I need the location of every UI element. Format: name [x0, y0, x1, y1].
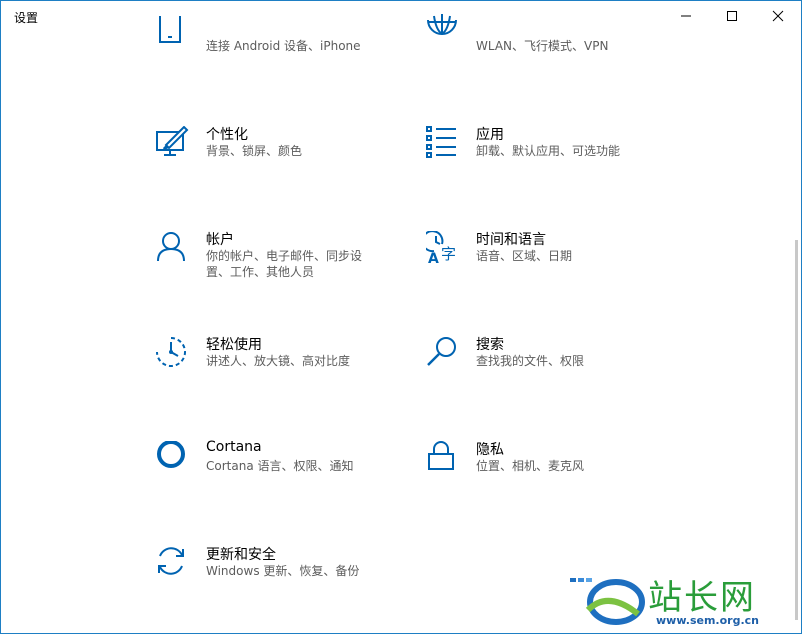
tile-title: 个性化: [206, 127, 248, 143]
tile-title: 应用: [476, 127, 504, 143]
watermark-logo: [570, 578, 645, 625]
tile-title: 更新和安全: [206, 547, 276, 563]
tile-subtitle: 语音、区域、日期: [476, 249, 573, 263]
globe-icon: [426, 14, 460, 64]
watermark: 站长网 www.sem.org.cn: [568, 570, 798, 630]
user-icon: [156, 231, 190, 265]
watermark-url: www.sem.org.cn: [656, 614, 759, 627]
close-button[interactable]: [755, 0, 801, 32]
search-icon: [426, 336, 460, 370]
maximize-button[interactable]: [709, 0, 755, 32]
tile-subtitle: Windows 更新、恢复、备份: [206, 564, 360, 578]
watermark-brand: 站长网: [648, 578, 756, 618]
tile-subtitle: 连接 Android 设备、iPhone: [206, 39, 361, 53]
tile-personalization[interactable]: 个性化 背景、锁屏、颜色: [156, 125, 396, 186]
tile-subtitle: 位置、相机、麦克风: [476, 459, 585, 473]
personalization-icon: [156, 125, 190, 160]
ease-of-access-icon: [156, 336, 190, 370]
tile-network[interactable]: WLAN、飞行模式、VPN: [426, 14, 666, 90]
tile-title: 帐户: [206, 232, 234, 248]
svg-text:字: 字: [441, 245, 456, 263]
tile-title: 时间和语言: [476, 232, 546, 248]
apps-list-icon: [426, 126, 460, 160]
tile-subtitle: 卸载、默认应用、可选功能: [476, 144, 621, 158]
tile-phone[interactable]: 连接 Android 设备、iPhone: [156, 16, 396, 90]
tile-title: 隐私: [476, 442, 504, 458]
tile-subtitle: WLAN、飞行模式、VPN: [476, 39, 609, 53]
tile-subtitle: 背景、锁屏、颜色: [206, 144, 303, 158]
tile-subtitle: 查找我的文件、权限: [476, 354, 585, 368]
tile-subtitle: 你的帐户、电子邮件、同步设置、工作、其他人员: [206, 249, 363, 279]
scrollbar[interactable]: [795, 240, 798, 620]
update-icon: [156, 546, 190, 580]
tile-title: 轻松使用: [206, 337, 262, 353]
tile-privacy[interactable]: 隐私 位置、相机、麦克风: [426, 441, 666, 501]
tile-subtitle: Cortana 语言、权限、通知: [206, 459, 354, 473]
tile-accounts[interactable]: 帐户 你的帐户、电子邮件、同步设置、工作、其他人员: [156, 231, 396, 291]
maximize-icon: [727, 11, 737, 21]
tile-search[interactable]: 搜索 查找我的文件、权限: [426, 336, 666, 396]
minimize-icon: [681, 15, 691, 17]
time-language-icon: A字: [421, 230, 460, 267]
phone-icon: [156, 16, 190, 64]
cortana-icon: [156, 440, 190, 475]
tile-cortana[interactable]: Cortana Cortana 语言、权限、通知: [156, 439, 396, 501]
settings-content: 连接 Android 设备、iPhone WLAN、飞行模式、VPN 个性化 背…: [0, 0, 802, 634]
tile-apps[interactable]: 应用 卸载、默认应用、可选功能: [426, 126, 666, 186]
tile-time-language[interactable]: A字 时间和语言 语音、区域、日期: [421, 230, 666, 291]
tile-subtitle: 讲述人、放大镜、高对比度: [206, 354, 351, 368]
tile-ease-of-access[interactable]: 轻松使用 讲述人、放大镜、高对比度: [156, 336, 396, 396]
tile-title: Cortana: [206, 439, 262, 455]
window-title: 设置: [14, 11, 39, 25]
tile-update-security[interactable]: 更新和安全 Windows 更新、恢复、备份: [156, 546, 396, 606]
minimize-button[interactable]: [663, 0, 709, 32]
lock-icon: [426, 441, 460, 475]
close-icon: [772, 10, 784, 22]
svg-text:A: A: [428, 251, 439, 265]
tile-title: 搜索: [476, 337, 504, 353]
title-bar[interactable]: 设置: [0, 0, 802, 32]
